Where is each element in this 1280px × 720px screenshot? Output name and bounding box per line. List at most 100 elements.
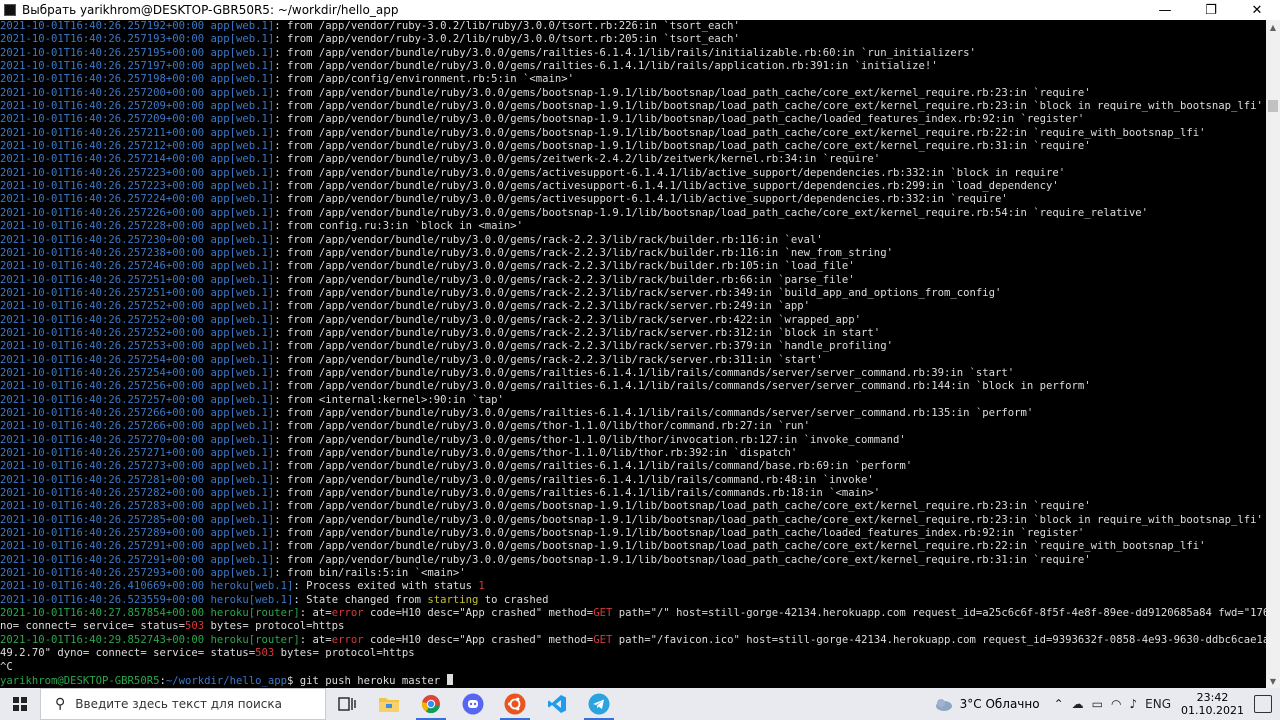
log-source: app[web.1] bbox=[210, 113, 275, 126]
log-timestamp: 2021-10-01T16:40:26.257197+00:00 bbox=[0, 60, 205, 73]
log-timestamp: 2021-10-01T16:40:26.257254+00:00 bbox=[0, 353, 205, 366]
log-timestamp: 2021-10-01T16:40:26.257212+00:00 bbox=[0, 140, 205, 153]
close-button[interactable]: ✕ bbox=[1234, 0, 1280, 20]
log-line: 2021-10-01T16:40:26.257212+00:00 app[web… bbox=[0, 140, 1266, 153]
log-line: 2021-10-01T16:40:26.257211+00:00 app[web… bbox=[0, 127, 1266, 140]
task-view-icon[interactable] bbox=[326, 688, 368, 720]
volume-icon[interactable]: ♪ bbox=[1129, 697, 1137, 711]
log-line: 2021-10-01T16:40:26.257266+00:00 app[web… bbox=[0, 420, 1266, 433]
log-timestamp: 2021-10-01T16:40:26.257200+00:00 bbox=[0, 86, 205, 99]
log-text: : at= bbox=[299, 633, 332, 646]
log-source: heroku[router] bbox=[210, 633, 300, 646]
log-text: : from /app/vendor/bundle/ruby/3.0.0/gem… bbox=[274, 460, 913, 473]
maximize-button[interactable]: ❐ bbox=[1188, 0, 1234, 20]
battery-icon[interactable]: ▭ bbox=[1092, 697, 1103, 711]
log-source: app[web.1] bbox=[210, 206, 275, 219]
telegram-icon[interactable] bbox=[578, 688, 620, 720]
log-timestamp: 2021-10-01T16:40:26.257192+00:00 bbox=[0, 20, 205, 32]
weather-widget[interactable]: 3°C Облачно bbox=[932, 696, 1040, 712]
command-input[interactable]: git push heroku master bbox=[300, 675, 447, 687]
log-line: 2021-10-01T16:40:26.257291+00:00 app[web… bbox=[0, 554, 1266, 567]
log-timestamp: 2021-10-01T16:40:26.257223+00:00 bbox=[0, 180, 205, 193]
log-source: app[web.1] bbox=[210, 220, 275, 233]
vscode-icon[interactable] bbox=[536, 688, 578, 720]
log-text: : from /app/vendor/bundle/ruby/3.0.0/gem… bbox=[274, 353, 823, 366]
exit-status: 1 bbox=[478, 580, 485, 593]
log-timestamp: 2021-10-01T16:40:26.257252+00:00 bbox=[0, 326, 205, 339]
log-timestamp: 2021-10-01T16:40:26.257214+00:00 bbox=[0, 153, 205, 166]
window-titlebar[interactable]: Выбрать yarikhrom@DESKTOP-GBR50R5: ~/wor… bbox=[0, 0, 1280, 20]
log-text: : from /app/vendor/bundle/ruby/3.0.0/gem… bbox=[274, 513, 1263, 526]
log-text: : from /app/vendor/bundle/ruby/3.0.0/gem… bbox=[274, 140, 1091, 153]
log-line: 2021-10-01T16:40:26.257238+00:00 app[web… bbox=[0, 247, 1266, 260]
log-source: app[web.1] bbox=[210, 420, 275, 433]
log-source: heroku[web.1] bbox=[210, 580, 294, 593]
log-line: 2021-10-01T16:40:26.257291+00:00 app[web… bbox=[0, 540, 1266, 553]
scroll-up-icon[interactable]: ▲ bbox=[1266, 20, 1280, 34]
cloud-sync-icon[interactable]: ☁ bbox=[1072, 697, 1084, 711]
log-text: : from /app/vendor/bundle/ruby/3.0.0/gem… bbox=[274, 46, 976, 59]
log-timestamp: 2021-10-01T16:40:26.257283+00:00 bbox=[0, 500, 205, 513]
ubuntu-icon[interactable] bbox=[494, 688, 536, 720]
log-line: 2021-10-01T16:40:26.257209+00:00 app[web… bbox=[0, 100, 1266, 113]
log-source: app[web.1] bbox=[210, 353, 275, 366]
taskbar-search-box[interactable]: ⚲ Введите здесь текст для поиска bbox=[40, 688, 326, 720]
log-line: 2021-10-01T16:40:26.257224+00:00 app[web… bbox=[0, 193, 1266, 206]
chrome-icon[interactable] bbox=[410, 688, 452, 720]
log-timestamp: 2021-10-01T16:40:26.257238+00:00 bbox=[0, 246, 205, 259]
notifications-icon[interactable] bbox=[1254, 695, 1272, 713]
log-timestamp: 2021-10-01T16:40:26.257198+00:00 bbox=[0, 73, 205, 86]
log-line: 2021-10-01T16:40:26.257252+00:00 app[web… bbox=[0, 327, 1266, 340]
log-text: no= connect= service= status= bbox=[0, 620, 185, 633]
language-indicator[interactable]: ENG bbox=[1145, 697, 1171, 711]
minimize-button[interactable]: — bbox=[1142, 0, 1188, 20]
windows-logo-icon bbox=[13, 697, 27, 711]
file-explorer-icon[interactable] bbox=[368, 688, 410, 720]
log-source: app[web.1] bbox=[210, 380, 275, 393]
log-source: app[web.1] bbox=[210, 86, 275, 99]
vertical-scrollbar[interactable]: ▲ ▼ bbox=[1266, 20, 1280, 688]
discord-icon[interactable] bbox=[452, 688, 494, 720]
log-text: : from /app/vendor/bundle/ruby/3.0.0/gem… bbox=[274, 553, 1091, 566]
log-text: : from config.ru:3:in `block in <main>' bbox=[274, 220, 524, 233]
router-status: 503 bbox=[255, 647, 275, 660]
log-timestamp: 2021-10-01T16:40:26.257281+00:00 bbox=[0, 473, 205, 486]
log-line: 2021-10-01T16:40:26.257283+00:00 app[web… bbox=[0, 500, 1266, 513]
log-source: app[web.1] bbox=[210, 166, 275, 179]
log-source: app[web.1] bbox=[210, 513, 275, 526]
clock-date: 01.10.2021 bbox=[1181, 704, 1244, 717]
start-button[interactable] bbox=[0, 688, 40, 720]
log-text: : from /app/vendor/bundle/ruby/3.0.0/gem… bbox=[274, 340, 893, 353]
log-timestamp: 2021-10-01T16:40:26.257266+00:00 bbox=[0, 420, 205, 433]
log-text: : from /app/vendor/bundle/ruby/3.0.0/gem… bbox=[274, 473, 874, 486]
log-line: 2021-10-01T16:40:26.257281+00:00 app[web… bbox=[0, 474, 1266, 487]
scroll-down-icon[interactable]: ▼ bbox=[1266, 674, 1280, 688]
log-timestamp: 2021-10-01T16:40:26.257273+00:00 bbox=[0, 460, 205, 473]
log-source: app[web.1] bbox=[210, 527, 275, 540]
chevron-up-icon[interactable]: ⌃ bbox=[1054, 697, 1064, 711]
log-source: app[web.1] bbox=[210, 473, 275, 486]
log-line-state-change: 2021-10-01T16:40:26.523559+00:00 heroku[… bbox=[0, 594, 1266, 607]
log-line: 2021-10-01T16:40:26.257285+00:00 app[web… bbox=[0, 514, 1266, 527]
scrollbar-thumb[interactable] bbox=[1268, 100, 1278, 112]
shell-prompt-line[interactable]: yarikhrom@DESKTOP-GBR50R5:~/workdir/hell… bbox=[0, 673, 1266, 687]
log-line: 2021-10-01T16:40:26.257251+00:00 app[web… bbox=[0, 287, 1266, 300]
log-text: : from /app/vendor/bundle/ruby/3.0.0/gem… bbox=[274, 233, 823, 246]
wifi-icon[interactable]: ◠ bbox=[1111, 697, 1121, 711]
log-timestamp: 2021-10-01T16:40:26.257228+00:00 bbox=[0, 220, 205, 233]
log-source: app[web.1] bbox=[210, 180, 275, 193]
log-source: app[web.1] bbox=[210, 460, 275, 473]
log-source: app[web.1] bbox=[210, 46, 275, 59]
log-text: code=H10 desc="App crashed" method= bbox=[363, 607, 594, 620]
clock[interactable]: 23:42 01.10.2021 bbox=[1181, 691, 1244, 717]
log-text: : from /app/vendor/bundle/ruby/3.0.0/gem… bbox=[274, 326, 881, 339]
log-source: app[web.1] bbox=[210, 447, 275, 459]
log-source: app[web.1] bbox=[210, 366, 275, 379]
terminal-output[interactable]: 2021-10-01T16:40:26.257192+00:00 app[web… bbox=[0, 20, 1266, 688]
log-line: 2021-10-01T16:40:26.257253+00:00 app[web… bbox=[0, 340, 1266, 353]
cloud-icon bbox=[935, 699, 952, 711]
log-source: app[web.1] bbox=[210, 100, 275, 113]
prompt-user: yarikhrom@DESKTOP-GBR50R5 bbox=[0, 674, 160, 687]
log-text: : from <internal:kernel>:90:in `tap' bbox=[274, 393, 504, 406]
log-line: 2021-10-01T16:40:26.257251+00:00 app[web… bbox=[0, 274, 1266, 287]
